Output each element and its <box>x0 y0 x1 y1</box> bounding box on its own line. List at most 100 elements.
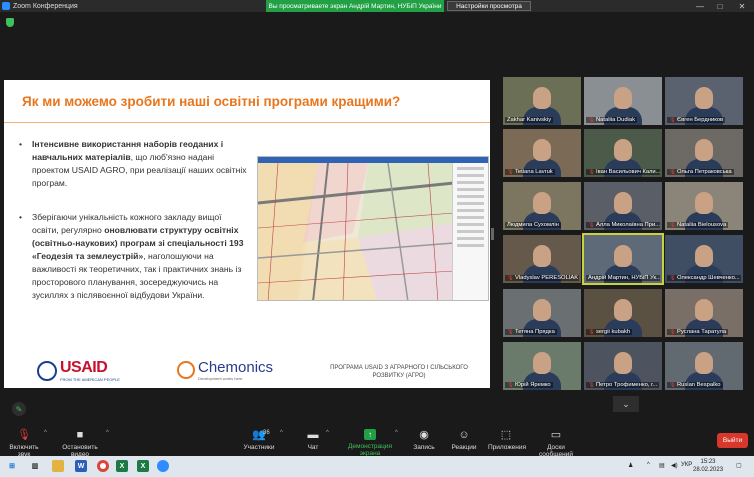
share-screen-button[interactable]: ↑ Демонстрация экрана ^ <box>337 429 403 457</box>
record-label: Запись <box>413 444 435 451</box>
participant-face <box>533 245 551 267</box>
participant-name-label: 🎙Tetiana Lavruk <box>505 169 555 175</box>
participant-tile[interactable]: 🎙Tetiana Lavruk <box>503 129 581 177</box>
language-indicator[interactable]: УКР <box>681 462 692 468</box>
participant-tile[interactable]: 🎙Юрій Яремко <box>503 342 581 390</box>
participant-name: Nataliia Dudiak <box>595 117 635 123</box>
windows-start-icon[interactable]: ⊞ <box>6 460 18 472</box>
slide-title: Як ми можемо зробити наші освітні програ… <box>22 94 401 109</box>
usaid-tagline: FROM THE AMERICAN PEOPLE <box>60 377 120 382</box>
participant-tile[interactable]: 🎙Алла Миколаївна При... <box>584 182 662 230</box>
participant-face <box>695 352 713 374</box>
whiteboard-icon: ▭ <box>550 429 562 441</box>
participant-name-label: 🎙sergii kubakh <box>586 329 633 335</box>
participant-tile[interactable]: 🎙Руслана Таратула <box>665 289 743 337</box>
muted-mic-icon: 🎙 <box>588 169 595 175</box>
participant-face <box>614 245 632 267</box>
chrome-icon[interactable] <box>97 460 109 472</box>
annotate-pencil-icon[interactable]: ✎ <box>12 402 26 416</box>
participant-tile[interactable]: 🎙Ruslan Bespalko <box>665 342 743 390</box>
excel-icon[interactable]: X <box>116 460 128 472</box>
usaid-wordmark: USAID <box>60 359 108 376</box>
zoom-window: Zoom Конференция Вы просматриваете экран… <box>0 0 754 477</box>
record-button[interactable]: ◉ Запись <box>411 429 437 451</box>
maximize-button[interactable]: □ <box>710 0 730 12</box>
map-layers-panel <box>452 163 488 300</box>
participant-face <box>533 139 551 161</box>
participant-name: Іван Васильович Кали... <box>595 169 660 175</box>
person-icon[interactable]: ♟ <box>628 462 633 469</box>
participant-name: Юрій Яремко <box>514 382 551 388</box>
participant-name: Ruslan Bespalko <box>676 382 721 388</box>
participant-tile[interactable]: 🎙Nataliia Bielousova <box>665 182 743 230</box>
participant-name-label: 🎙Тетяна Прядка <box>505 329 557 335</box>
participant-name: Андрій Мартин, НУБіП Ук... <box>588 275 660 281</box>
word-icon[interactable]: W <box>75 460 87 472</box>
close-button[interactable]: ✕ <box>732 0 752 12</box>
whiteboards-button[interactable]: ▭ Доски сообщений <box>530 429 582 458</box>
participant-name: Євген Бердников <box>676 117 724 123</box>
participants-icon: 👥 <box>252 429 266 441</box>
muted-microphone-icon: 🎙 <box>17 429 31 441</box>
slide-divider <box>4 122 490 123</box>
chat-label: Чат <box>307 444 319 451</box>
participant-tile[interactable]: Zakhar Kanivskiy <box>503 77 581 125</box>
participant-name-label: 🎙Юрій Яремко <box>505 382 553 388</box>
tray-expand-caret-icon[interactable]: ^ <box>647 462 650 468</box>
chat-button[interactable]: ▬ Чат ^ <box>304 429 329 451</box>
share-label: Демонстрация экрана <box>347 443 393 457</box>
participant-tile[interactable]: 🎙Ольга Петраковська <box>665 129 743 177</box>
participant-tile[interactable]: 🎙Євген Бердников <box>665 77 743 125</box>
participant-name: Петро Трофименко, г... <box>595 382 658 388</box>
muted-mic-icon: 🎙 <box>669 329 676 335</box>
zoom-taskbar-icon[interactable] <box>157 460 169 472</box>
participant-face <box>695 192 713 214</box>
participants-count: 36 <box>263 430 270 436</box>
stop-video-button[interactable]: ■ Остановить видео ^ <box>54 429 109 458</box>
participant-face <box>533 87 551 109</box>
excel-2-icon[interactable]: X <box>137 460 149 472</box>
view-options-button[interactable]: Настройки просмотра <box>447 1 531 11</box>
usaid-logo: USAID FROM THE AMERICAN PEOPLE <box>37 359 120 382</box>
splitter-handle[interactable] <box>491 228 494 240</box>
minimize-button[interactable]: — <box>690 0 710 12</box>
participant-face <box>533 299 551 321</box>
muted-mic-icon: 🎙 <box>669 117 676 123</box>
participant-tile[interactable]: 🎙sergii kubakh <box>584 289 662 337</box>
unmute-audio-button[interactable]: 🎙 Включить звук ^ <box>4 429 47 458</box>
chat-options-caret-icon[interactable]: ^ <box>326 430 329 436</box>
leave-meeting-button[interactable]: Выйти <box>717 433 748 448</box>
slide-bullet-1: • Інтенсивне використання наборів геодан… <box>19 139 247 188</box>
participants-label: Участники <box>243 444 275 451</box>
video-options-caret-icon[interactable]: ^ <box>106 430 109 436</box>
usaid-seal-icon <box>37 360 57 381</box>
network-icon[interactable]: ▤ <box>659 462 665 469</box>
muted-mic-icon: 🎙 <box>669 222 676 228</box>
notifications-icon[interactable]: ▢ <box>736 462 742 469</box>
participant-tile[interactable]: 🎙Іван Васильович Кали... <box>584 129 662 177</box>
participant-tile[interactable]: 🎙Тетяна Прядка <box>503 289 581 337</box>
clock[interactable]: 15:23 28.02.2023 <box>693 458 723 474</box>
participant-face <box>614 299 632 321</box>
participant-tile[interactable]: 🎙Vladyslav PERESOLIAK <box>503 235 581 283</box>
participant-tile[interactable]: 🎙Олександр Шевченко... <box>665 235 743 283</box>
file-explorer-icon[interactable] <box>52 460 64 472</box>
security-shield-icon[interactable] <box>6 18 14 27</box>
participants-options-caret-icon[interactable]: ^ <box>280 430 283 436</box>
volume-icon[interactable]: ◀) <box>671 462 678 469</box>
participant-tile[interactable]: Людмила Сухомлін <box>503 182 581 230</box>
audio-options-caret-icon[interactable]: ^ <box>44 430 47 436</box>
muted-mic-icon: 🎙 <box>507 329 514 335</box>
share-options-caret-icon[interactable]: ^ <box>395 430 398 436</box>
apps-button[interactable]: ⬚ Приложения <box>488 429 526 451</box>
participant-face <box>533 192 551 214</box>
participants-button[interactable]: 👥 36 Участники ^ <box>243 429 282 451</box>
participant-tile[interactable]: Андрій Мартин, НУБіП Ук... <box>582 233 664 285</box>
task-view-icon[interactable]: ▥ <box>29 460 41 472</box>
participant-tile[interactable]: 🎙Петро Трофименко, г... <box>584 342 662 390</box>
reactions-label: Реакции <box>451 444 477 451</box>
participant-tile[interactable]: 🎙Nataliia Dudiak <box>584 77 662 125</box>
gallery-next-page-chevron-down-icon[interactable]: ⌄ <box>613 396 639 412</box>
reactions-button[interactable]: ☺ Реакции <box>449 429 479 451</box>
participant-face <box>695 299 713 321</box>
